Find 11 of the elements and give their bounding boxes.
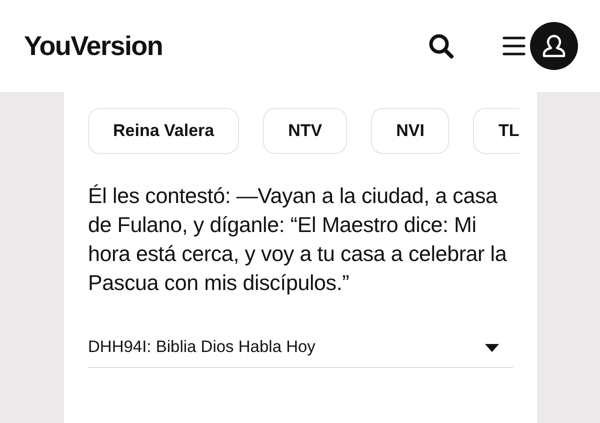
person-icon xyxy=(541,33,567,59)
menu-icon[interactable] xyxy=(502,35,526,57)
version-chip[interactable]: Reina Valera xyxy=(88,108,240,154)
version-dropdown[interactable]: DHH94I: Biblia Dios Habla Hoy xyxy=(88,334,513,368)
version-chip[interactable]: TL xyxy=(473,108,520,154)
caret-icon xyxy=(485,344,499,352)
version-chip[interactable]: NVI xyxy=(371,108,450,154)
verse-text: Él les contestó: —Vayan a la ciudad, a casa de Fulano, y díganle: “El Maestro dice: Mi hora está cerca, y voy a tu casa a celebrar la Pascua con mis discípulos.” xyxy=(88,183,508,297)
version-chip[interactable]: NTV xyxy=(263,108,348,154)
search-icon[interactable] xyxy=(428,33,454,59)
profile-avatar[interactable] xyxy=(530,22,578,70)
